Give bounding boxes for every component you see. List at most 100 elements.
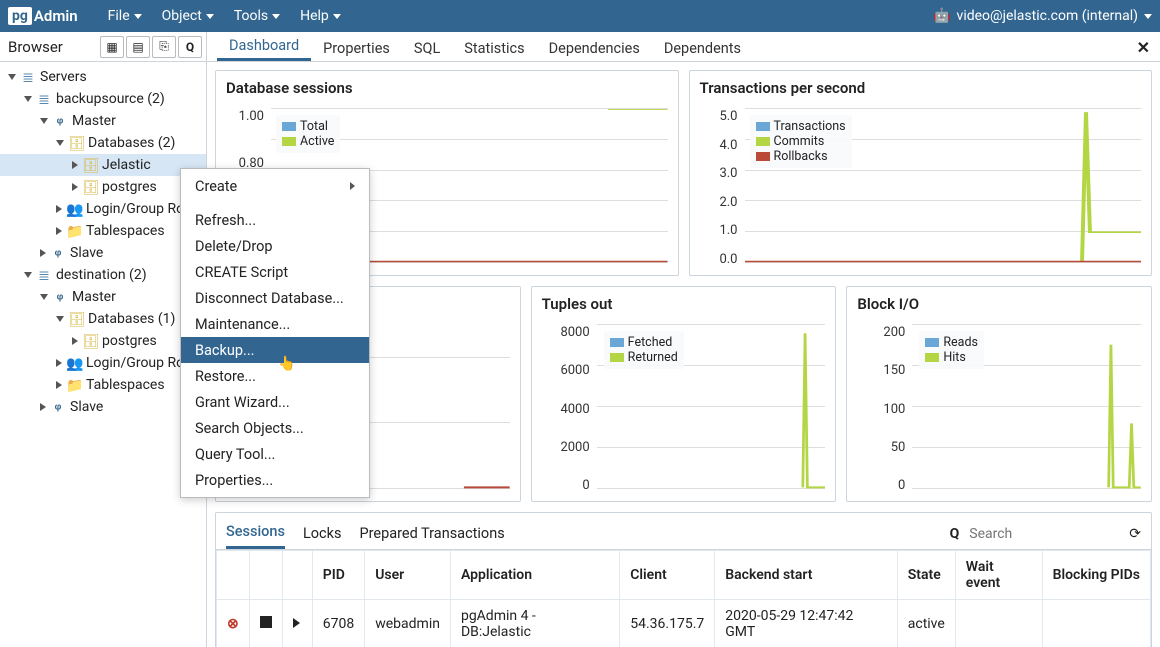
panel-tuples-out: Tuples out 8000 6000 4000 2000 0 [531,286,837,502]
tab-sql[interactable]: SQL [402,34,452,61]
tree-db-postgres-1[interactable]: 🗄postgres [0,176,206,198]
legend: Fetched Returned [604,331,684,369]
tree-master-2[interactable]: ᵠMaster [0,286,206,308]
cursor-pointer-icon: 👆 [278,356,295,372]
ctx-properties[interactable]: Properties... [181,467,369,493]
server-icon: ≣ [36,268,52,282]
tree-destination[interactable]: ≣destination (2) [0,264,206,286]
y-axis: 8000 6000 4000 2000 0 [540,325,590,493]
tree-slave-2[interactable]: ᵠSlave [0,396,206,418]
server-icon: ≣ [36,92,52,106]
postgres-icon: ᵠ [50,400,66,414]
activity-tab-locks[interactable]: Locks [303,521,342,548]
tree-db-jelastic[interactable]: 🗄Jelastic [0,154,206,176]
ctx-refresh[interactable]: Refresh... [181,207,369,233]
user-menu[interactable]: 🤖 video@jelastic.com (internal) [933,8,1152,24]
activity-search-input[interactable] [969,526,1119,542]
database-icon: 🗄 [82,158,98,172]
panel-server-activity: Sessions Locks Prepared Transactions Q ⟳… [215,512,1152,647]
tree-master-1[interactable]: ᵠMaster [0,110,206,132]
activity-tab-prepared[interactable]: Prepared Transactions [359,521,504,548]
roles-icon: 👥 [66,202,82,216]
logo-pg: pg [8,7,32,25]
tree-tablespaces-2[interactable]: 📁Tablespaces [0,374,206,396]
ctx-disconnect[interactable]: Disconnect Database... [181,285,369,311]
play-icon[interactable] [293,618,300,628]
table-row[interactable]: ⊗ 6708 webadmin pgAdmin 4 - DB:Jelastic … [217,600,1151,647]
menu-help[interactable]: Help [290,8,351,24]
database-icon: 🗄 [82,180,98,194]
ctx-restore[interactable]: Restore... [181,363,369,389]
browser-tool-2[interactable]: ▤ [126,36,150,58]
tablespace-icon: 📁 [66,224,82,238]
database-group-icon: 🗄 [68,312,84,326]
cell-blocking [1042,600,1150,647]
cell-application: pgAdmin 4 - DB:Jelastic [450,600,619,647]
chevron-down-icon [1144,14,1152,19]
browser-title: Browser [8,38,100,56]
ctx-create[interactable]: Create [181,173,369,199]
panel-title: Database sessions [216,71,678,105]
panel-title: Transactions per second [690,71,1152,105]
refresh-icon[interactable]: ⟳ [1129,526,1141,542]
user-label: video@jelastic.com (internal) [957,8,1138,24]
tree-servers[interactable]: ≣Servers [0,66,206,88]
tree-slave-1[interactable]: ᵠSlave [0,242,206,264]
browser-tool-1[interactable]: ▦ [100,36,124,58]
ctx-maintenance[interactable]: Maintenance... [181,311,369,337]
database-group-icon: 🗄 [68,136,84,150]
y-axis: 5.0 4.0 3.0 2.0 1.0 0.0 [698,109,738,267]
postgres-icon: ᵠ [52,114,68,128]
tree-tablespaces-1[interactable]: 📁Tablespaces [0,220,206,242]
tablespace-icon: 📁 [66,378,82,392]
tab-statistics[interactable]: Statistics [452,34,536,61]
panel-title: Tuples out [532,287,836,321]
cancel-icon[interactable]: ⊗ [227,616,239,632]
panel-title: Block I/O [847,287,1151,321]
cell-state: active [897,600,955,647]
cell-pid: 6708 [312,600,364,647]
tab-properties[interactable]: Properties [311,34,402,61]
tree-db-postgres-2[interactable]: 🗄postgres [0,330,206,352]
ctx-delete[interactable]: Delete/Drop [181,233,369,259]
search-icon[interactable]: Q [178,36,202,58]
sessions-table: PID User Application Client Backend star… [216,550,1151,647]
logo-admin: Admin [34,7,78,25]
search-icon[interactable]: Q [950,526,960,542]
cell-backend-start: 2020-05-29 12:47:42 GMT [715,600,897,647]
ctx-create-script[interactable]: CREATE Script [181,259,369,285]
y-axis: 200 150 100 50 0 [855,325,905,493]
cell-client: 54.36.175.7 [620,600,715,647]
chevron-down-icon [206,14,214,19]
context-menu: Create Refresh... Delete/Drop CREATE Scr… [180,168,370,498]
chevron-down-icon [333,14,341,19]
legend: Reads Hits [919,331,984,369]
user-icon: 🤖 [933,8,950,24]
chevron-down-icon [272,14,280,19]
tab-dashboard[interactable]: Dashboard [217,31,311,61]
menu-tools[interactable]: Tools [224,8,290,24]
browser-panel-header: Browser ▦ ▤ ⎘ Q [0,32,207,61]
ctx-search-objects[interactable]: Search Objects... [181,415,369,441]
ctx-grant-wizard[interactable]: Grant Wizard... [181,389,369,415]
menu-file[interactable]: File [98,8,152,24]
menu-object[interactable]: Object [152,8,224,24]
stop-icon[interactable] [260,616,272,628]
tree-databases-1[interactable]: 🗄Databases (1) [0,308,206,330]
panel-transactions: Transactions per second 5.0 4.0 3.0 2.0 … [689,70,1153,276]
close-icon[interactable]: ✕ [1137,38,1150,57]
chevron-right-icon [350,182,355,190]
ctx-backup[interactable]: Backup... [181,337,369,363]
activity-tab-sessions[interactable]: Sessions [226,519,285,549]
tab-dependencies[interactable]: Dependencies [537,34,652,61]
tree-backupsource[interactable]: ≣backupsource (2) [0,88,206,110]
ctx-query-tool[interactable]: Query Tool... [181,441,369,467]
object-tree: ≣Servers ≣backupsource (2) ᵠMaster 🗄Data… [0,62,207,647]
content-tabs: Dashboard Properties SQL Statistics Depe… [207,32,1160,61]
top-menubar: pg Admin File Object Tools Help 🤖 video@… [0,0,1160,32]
browser-tool-3[interactable]: ⎘ [152,36,176,58]
tree-login-roles-2[interactable]: 👥Login/Group Roles [0,352,206,374]
tab-dependents[interactable]: Dependents [652,34,753,61]
tree-login-roles-1[interactable]: 👥Login/Group Roles [0,198,206,220]
tree-databases-2[interactable]: 🗄Databases (2) [0,132,206,154]
